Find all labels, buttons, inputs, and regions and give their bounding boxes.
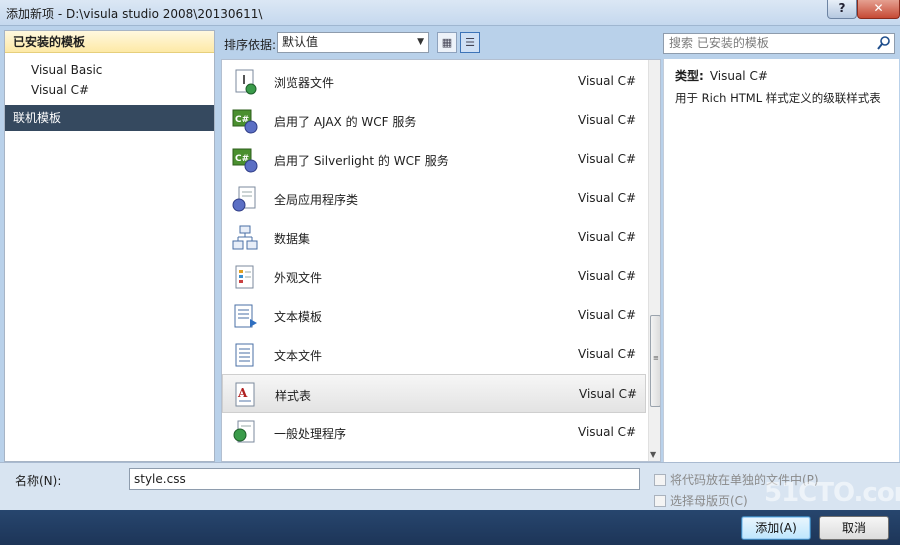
grip-icon: ≡ [653, 354, 659, 362]
text-template-icon [234, 304, 257, 328]
template-row-selected[interactable]: A 样式表 Visual C# [222, 374, 646, 413]
template-lang: Visual C# [579, 387, 638, 401]
scroll-thumb[interactable]: ≡ [650, 315, 660, 407]
name-label: 名称(N): [15, 474, 62, 488]
template-lang: Visual C# [578, 152, 637, 166]
template-lang: Visual C# [578, 269, 637, 283]
name-input[interactable]: style.css [129, 468, 640, 490]
global-app-icon [232, 186, 256, 212]
csharp-wcf-icon: C# [232, 109, 258, 134]
template-name: 文本文件 [274, 349, 323, 363]
dataset-icon [232, 225, 258, 250]
template-lang: Visual C# [578, 425, 637, 439]
template-name: 文本模板 [274, 310, 323, 324]
text-file-icon [235, 343, 254, 367]
template-row[interactable]: 全局应用程序类 Visual C# [222, 179, 646, 218]
search-icon[interactable] [877, 35, 891, 51]
template-row[interactable]: 一般处理程序 Visual C# [222, 413, 646, 452]
cancel-button[interactable]: 取消 [819, 516, 889, 540]
scroll-down-arrow-icon[interactable]: ▼ [650, 450, 656, 459]
add-button[interactable]: 添加(A) [741, 516, 811, 540]
sort-label: 排序依据: [224, 38, 277, 52]
checkbox-icon [654, 495, 666, 507]
master-page-label: 选择母版页(C) [670, 494, 748, 508]
chevron-down-icon: ▼ [417, 37, 424, 47]
template-row[interactable]: 浏览器文件 Visual C# [222, 62, 646, 101]
template-name: 全局应用程序类 [274, 193, 359, 207]
template-row[interactable]: 文本模板 Visual C# [222, 296, 646, 335]
template-lang: Visual C# [578, 308, 637, 322]
handler-icon [233, 420, 255, 443]
online-templates-item[interactable]: 联机模板 [5, 105, 214, 131]
small-icons-view-button[interactable]: ▦ [437, 32, 457, 53]
template-lang: Visual C# [578, 191, 637, 205]
template-name: 浏览器文件 [274, 76, 335, 90]
template-row[interactable]: 文本文件 Visual C# [222, 335, 646, 374]
search-placeholder: 搜索 已安装的模板 [669, 36, 769, 50]
template-name: 一般处理程序 [274, 427, 347, 441]
template-name: 数据集 [274, 232, 311, 246]
skin-file-icon [235, 265, 254, 289]
sort-value: 默认值 [282, 35, 319, 49]
type-value: Visual C# [709, 69, 768, 83]
close-button[interactable]: ✕ [857, 0, 900, 19]
watermark-logo: 51CTO.com [764, 478, 900, 508]
stylesheet-icon: A [235, 382, 255, 407]
template-name: 启用了 AJAX 的 WCF 服务 [274, 115, 417, 129]
detail-type: 类型: Visual C# [675, 67, 768, 84]
template-row[interactable]: 外观文件 Visual C# [222, 257, 646, 296]
window-title: 添加新项 - D:\visula studio 2008\20130611\ [6, 7, 263, 21]
template-list: 浏览器文件 Visual C# C# 启用了 AJAX 的 WCF 服务 Vis… [221, 59, 661, 462]
category-pane: 已安装的模板 Visual Basic Visual C# 联机模板 [4, 30, 215, 462]
template-lang: Visual C# [578, 347, 637, 361]
master-page-checkbox[interactable]: 选择母版页(C) [654, 492, 748, 509]
type-label: 类型: [675, 69, 704, 83]
search-input[interactable]: 搜索 已安装的模板 [663, 33, 895, 54]
dialog-footer: 添加(A) 取消 [0, 510, 900, 545]
browser-file-icon [235, 69, 257, 95]
installed-templates-header[interactable]: 已安装的模板 [5, 31, 214, 53]
list-view-icon: ☰ [465, 36, 475, 49]
csharp-wcf-icon: C# [232, 148, 258, 173]
title-bar: 添加新项 - D:\visula studio 2008\20130611\ ?… [0, 0, 900, 26]
help-button[interactable]: ? [827, 0, 857, 19]
template-row[interactable]: C# 启用了 AJAX 的 WCF 服务 Visual C# [222, 101, 646, 140]
detail-description: 用于 Rich HTML 样式定义的级联样式表 [675, 91, 881, 105]
template-lang: Visual C# [578, 113, 637, 127]
template-name: 样式表 [275, 389, 312, 403]
grid-view-icon: ▦ [441, 36, 453, 49]
template-row[interactable]: C# 启用了 Silverlight 的 WCF 服务 Visual C# [222, 140, 646, 179]
template-name: 外观文件 [274, 271, 323, 285]
category-visual-csharp[interactable]: Visual C# [31, 83, 89, 97]
template-lang: Visual C# [578, 230, 637, 244]
details-view-button[interactable]: ☰ [460, 32, 480, 53]
template-lang: Visual C# [578, 74, 637, 88]
template-row[interactable]: 数据集 Visual C# [222, 218, 646, 257]
sort-select[interactable]: 默认值 ▼ [277, 32, 429, 53]
checkbox-icon [654, 474, 666, 486]
svg-text:A: A [237, 386, 248, 400]
detail-pane: 类型: Visual C# 用于 Rich HTML 样式定义的级联样式表 [663, 59, 899, 462]
template-name: 启用了 Silverlight 的 WCF 服务 [274, 154, 449, 168]
category-visual-basic[interactable]: Visual Basic [31, 63, 102, 77]
list-scrollbar[interactable]: ≡ ▼ [648, 60, 660, 461]
